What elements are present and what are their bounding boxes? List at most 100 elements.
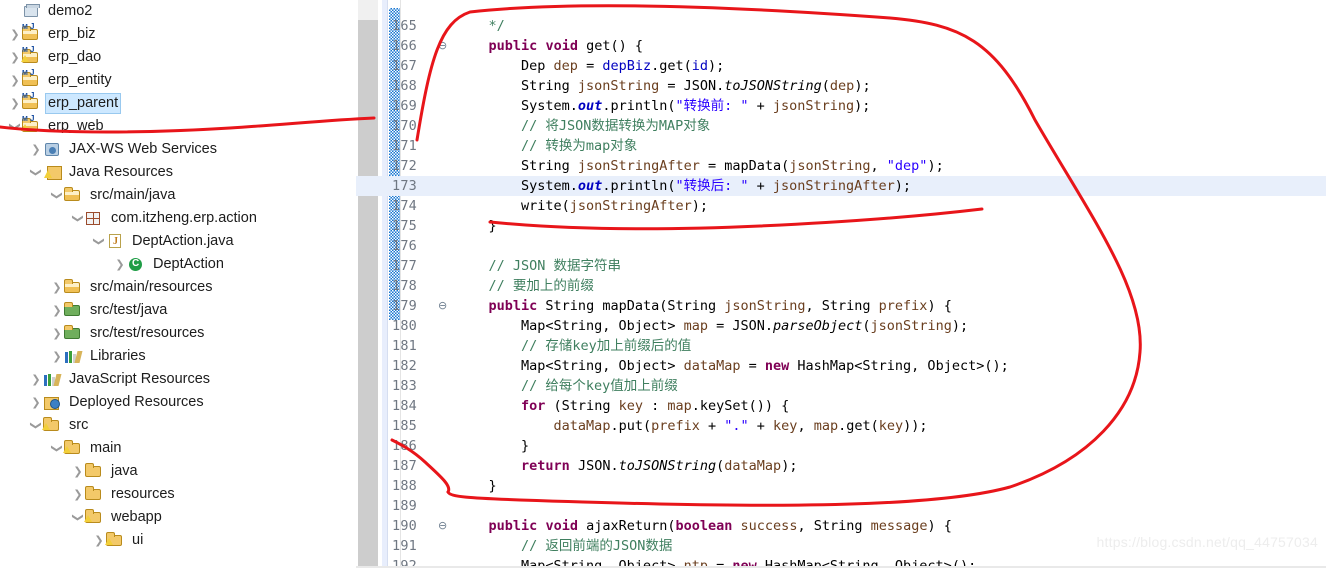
tree-item-label: erp_biz xyxy=(48,26,96,42)
chevron-down-icon[interactable]: ❯ xyxy=(93,235,106,249)
code-line[interactable]: 177 // JSON 数据字符串 xyxy=(356,256,1326,276)
chevron-right-icon[interactable]: ❯ xyxy=(50,282,64,293)
chevron-right-icon[interactable]: ❯ xyxy=(8,52,22,63)
code-line[interactable]: 187 return JSON.toJSONString(dataMap); xyxy=(356,456,1326,476)
code-token-pln xyxy=(732,518,740,534)
line-number: 171 xyxy=(392,138,417,154)
line-number: 185 xyxy=(392,418,417,434)
tree-item-libraries[interactable]: ❯ Libraries xyxy=(0,345,356,368)
code-line[interactable]: 184 for (String key : map.keySet()) { xyxy=(356,396,1326,416)
tree-item-ui[interactable]: ❯ ui xyxy=(0,529,356,552)
chevron-right-icon[interactable]: ❯ xyxy=(29,397,43,408)
code-token-lvar: jsonString xyxy=(577,78,660,94)
maven-project-icon: MJ xyxy=(22,68,42,90)
code-line[interactable]: 190 ⊖ public void ajaxReturn(boolean succ… xyxy=(356,516,1326,536)
code-line[interactable]: 179 ⊖ public String mapData(String jsonSt… xyxy=(356,296,1326,316)
code-line[interactable]: 180 Map<String, Object> map = JSON.parse… xyxy=(356,316,1326,336)
chevron-right-icon[interactable]: ❯ xyxy=(50,328,64,339)
chevron-down-icon[interactable]: ❯ xyxy=(9,120,22,134)
tree-item-deptaction[interactable]: ❯ DeptAction xyxy=(0,253,356,276)
source-folder-icon xyxy=(64,186,84,205)
code-line[interactable]: 188 } xyxy=(356,476,1326,496)
tree-item-com-itzheng-erp-action[interactable]: ❯ com.itzheng.erp.action xyxy=(0,207,356,230)
code-token-pln xyxy=(456,38,489,54)
chevron-right-icon[interactable]: ❯ xyxy=(29,374,43,385)
code-line[interactable]: 183 // 给每个key值加上前缀 xyxy=(356,376,1326,396)
fold-collapse-icon[interactable]: ⊖ xyxy=(438,296,450,316)
code-lines-container[interactable]: 165 */166 ⊖ public void get() {167 Dep de… xyxy=(356,0,1326,568)
chevron-right-icon[interactable]: ❯ xyxy=(8,98,22,109)
tree-item-deployed-resources[interactable]: ❯ Deployed Resources xyxy=(0,391,356,414)
package-icon xyxy=(85,210,105,228)
code-line[interactable]: 169 System.out.println("转换前: " + jsonStr… xyxy=(356,96,1326,116)
chevron-right-icon[interactable]: ❯ xyxy=(50,305,64,316)
tree-item-erp-entity[interactable]: ❯ M J erp_entity xyxy=(0,68,356,92)
code-token-kw: public xyxy=(488,38,538,54)
java-editor-panel[interactable]: 165 */166 ⊖ public void get() {167 Dep de… xyxy=(356,0,1326,568)
code-text: } xyxy=(456,216,497,236)
code-token-pln: + xyxy=(748,98,773,114)
chevron-right-icon[interactable]: ❯ xyxy=(71,489,85,500)
tree-item-erp-parent[interactable]: ❯ M Jerp_parent xyxy=(0,91,356,115)
tree-item-src-main-java[interactable]: ❯ src/main/java xyxy=(0,184,356,207)
code-line[interactable]: 178 // 要加上的前缀 xyxy=(356,276,1326,296)
code-line[interactable]: 182 Map<String, Object> dataMap = new Ha… xyxy=(356,356,1326,376)
code-token-lvar: map xyxy=(667,398,692,414)
fold-collapse-icon[interactable]: ⊖ xyxy=(438,36,450,56)
tree-item-erp-biz[interactable]: ❯ M J erp_biz xyxy=(0,22,356,46)
chevron-right-icon[interactable]: ❯ xyxy=(8,75,22,86)
chevron-down-icon[interactable]: ❯ xyxy=(30,419,43,433)
chevron-down-icon[interactable]: ❯ xyxy=(30,166,43,180)
chevron-right-icon[interactable]: ❯ xyxy=(8,29,22,40)
code-token-str: "." xyxy=(724,418,749,434)
chevron-down-icon[interactable]: ❯ xyxy=(51,189,64,203)
fold-collapse-icon[interactable]: ⊖ xyxy=(438,516,450,536)
code-token-lvar: dataMap xyxy=(683,358,741,374)
tree-item-src-test-resources[interactable]: ❯ src/test/resources xyxy=(0,322,356,345)
code-token-pln: : xyxy=(642,398,668,414)
tree-item-src-main-resources[interactable]: ❯ src/main/resources xyxy=(0,276,356,299)
code-line[interactable]: 176 xyxy=(356,236,1326,256)
tree-item-src-test-java[interactable]: ❯ src/test/java xyxy=(0,299,356,322)
tree-item-resources[interactable]: ❯ resources xyxy=(0,483,356,506)
code-line[interactable]: 167 Dep dep = depBiz.get(id); xyxy=(356,56,1326,76)
code-line[interactable]: 171 // 转换为map对象 xyxy=(356,136,1326,156)
code-line[interactable]: 173 System.out.println("转换后: " + jsonStr… xyxy=(356,176,1326,196)
tree-item-main[interactable]: ❯ main xyxy=(0,437,356,460)
chevron-down-icon[interactable]: ❯ xyxy=(72,511,85,525)
code-token-cmt: // JSON 数据字符串 xyxy=(456,258,622,274)
tree-item-java[interactable]: ❯ java xyxy=(0,460,356,483)
tree-item-webapp[interactable]: ❯ webapp xyxy=(0,506,356,529)
tree-item-erp-dao[interactable]: ❯ M J erp_dao xyxy=(0,45,356,69)
code-line[interactable]: 185 dataMap.put(prefix + "." + key, map.… xyxy=(356,416,1326,436)
tree-item-src[interactable]: ❯ src xyxy=(0,414,356,437)
chevron-down-icon[interactable]: ❯ xyxy=(72,212,85,226)
code-line[interactable]: 189 xyxy=(356,496,1326,516)
code-line[interactable]: 175 } xyxy=(356,216,1326,236)
tree-item-erp-web[interactable]: ❯ M J erp_web xyxy=(0,114,356,138)
folder-warn-icon xyxy=(63,439,84,458)
code-line[interactable]: 172 String jsonStringAfter = mapData(jso… xyxy=(356,156,1326,176)
tree-item-deptaction-java[interactable]: ❯ DeptAction.java xyxy=(0,230,356,253)
tree-item-java-resources[interactable]: ❯ Java Resources xyxy=(0,161,356,184)
code-line[interactable]: 168 String jsonString = JSON.toJSONStrin… xyxy=(356,76,1326,96)
code-line[interactable]: 186 } xyxy=(356,436,1326,456)
code-line[interactable]: 181 // 存储key加上前缀后的值 xyxy=(356,336,1326,356)
chevron-right-icon[interactable]: ❯ xyxy=(92,535,106,546)
tree-item-javascript-resources[interactable]: ❯ JavaScript Resources xyxy=(0,368,356,391)
code-line[interactable]: 170 // 将JSON数据转换为MAP对象 xyxy=(356,116,1326,136)
tree-item-demo2[interactable]: demo2 xyxy=(0,0,356,23)
tree-item-jax-ws-web-services[interactable]: ❯ JAX-WS Web Services xyxy=(0,138,356,161)
chevron-right-icon[interactable]: ❯ xyxy=(113,259,127,270)
chevron-down-icon[interactable]: ❯ xyxy=(51,442,64,456)
folder-icon xyxy=(85,462,105,481)
line-number: 186 xyxy=(392,438,417,454)
code-line[interactable]: 166 ⊖ public void get() { xyxy=(356,36,1326,56)
chevron-right-icon[interactable]: ❯ xyxy=(29,144,43,155)
chevron-right-icon[interactable]: ❯ xyxy=(71,466,85,477)
package-explorer-panel[interactable]: demo2 ❯ M Jerp_biz ❯ M Jerp_dao ❯ M Jerp_entity ❯ M… xyxy=(0,0,356,568)
code-text: write(jsonStringAfter); xyxy=(456,196,708,216)
code-line[interactable]: 165 */ xyxy=(356,16,1326,36)
code-line[interactable]: 174 write(jsonStringAfter); xyxy=(356,196,1326,216)
chevron-right-icon[interactable]: ❯ xyxy=(50,351,64,362)
